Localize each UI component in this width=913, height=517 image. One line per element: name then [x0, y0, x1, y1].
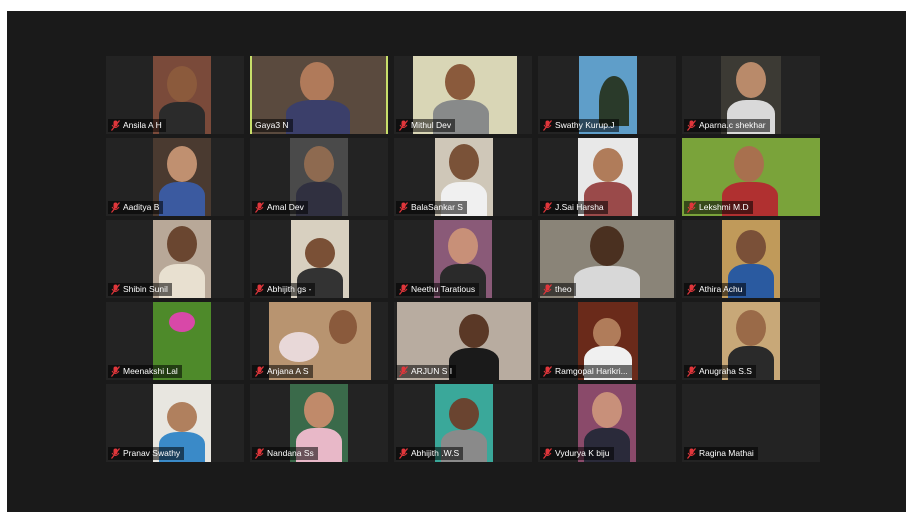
name-label: J.Sai Harsha	[540, 201, 608, 214]
name-label: Athira Achu	[684, 283, 747, 296]
microphone-muted-icon	[399, 284, 408, 295]
microphone-muted-icon	[543, 284, 552, 295]
microphone-muted-icon	[255, 366, 264, 377]
participant-tile[interactable]: Abhijith gs -	[250, 220, 388, 298]
microphone-muted-icon	[687, 202, 696, 213]
name-label: BalaSankar S	[396, 201, 467, 214]
name-label: ARJUN S I	[396, 365, 457, 378]
participant-tile[interactable]: Neethu Taratious	[394, 220, 532, 298]
participant-tile[interactable]: Abhijith .W.S	[394, 384, 532, 462]
participant-tile[interactable]: Lekshmi M.D	[682, 138, 820, 216]
participant-tile[interactable]: Ansila A H	[106, 56, 244, 134]
name-label: Ramgopal Harikri...	[540, 365, 632, 378]
name-label: Neethu Taratious	[396, 283, 480, 296]
name-label: Anjana A S	[252, 365, 313, 378]
microphone-muted-icon	[687, 120, 696, 131]
microphone-muted-icon	[111, 202, 120, 213]
microphone-muted-icon	[255, 284, 264, 295]
microphone-muted-icon	[255, 448, 264, 459]
microphone-muted-icon	[255, 202, 264, 213]
microphone-muted-icon	[543, 448, 552, 459]
participant-tile[interactable]: theo	[538, 220, 676, 298]
participant-tile[interactable]: Amal Dev	[250, 138, 388, 216]
participant-tile[interactable]: BalaSankar S	[394, 138, 532, 216]
participant-tile[interactable]: Meenakshi Lal	[106, 302, 244, 380]
participant-tile[interactable]: Vydurya K biju	[538, 384, 676, 462]
microphone-muted-icon	[111, 120, 120, 131]
participant-tile[interactable]: J.Sai Harsha	[538, 138, 676, 216]
name-label: Abhijith .W.S	[396, 447, 464, 460]
participant-tile[interactable]: Ramgopal Harikri...	[538, 302, 676, 380]
participant-tile[interactable]: Swathy Kurup.J	[538, 56, 676, 134]
participant-tile[interactable]: Aaditya B	[106, 138, 244, 216]
participant-tile[interactable]: Anugraha S.S	[682, 302, 820, 380]
microphone-muted-icon	[111, 284, 120, 295]
name-label: Vydurya K biju	[540, 447, 614, 460]
name-label: Aaditya B	[108, 201, 164, 214]
name-label: Ragina Mathai	[684, 447, 758, 460]
participant-tile[interactable]: Anjana A S	[250, 302, 388, 380]
name-label: theo	[540, 283, 576, 296]
participant-tile[interactable]: Mithul Dev	[394, 56, 532, 134]
microphone-muted-icon	[399, 366, 408, 377]
name-label: Anugraha S.S	[684, 365, 756, 378]
microphone-muted-icon	[543, 120, 552, 131]
participant-tile-no-video[interactable]: Ragina Mathai	[682, 384, 820, 462]
microphone-muted-icon	[687, 284, 696, 295]
participant-tile[interactable]: Athira Achu	[682, 220, 820, 298]
participant-tile[interactable]: Shibin Sunil	[106, 220, 244, 298]
participant-tile[interactable]: Aparna.c shekhar	[682, 56, 820, 134]
microphone-muted-icon	[399, 120, 408, 131]
name-label: Amal Dev	[252, 201, 308, 214]
name-label: Shibin Sunil	[108, 283, 172, 296]
name-label: Mithul Dev	[396, 119, 456, 132]
participant-tile-active-speaker[interactable]: Gaya3 N	[250, 56, 388, 134]
name-label: Aparna.c shekhar	[684, 119, 770, 132]
name-label: Ansila A H	[108, 119, 166, 132]
name-label: Lekshmi M.D	[684, 201, 753, 214]
microphone-muted-icon	[399, 448, 408, 459]
microphone-muted-icon	[543, 366, 552, 377]
participant-tile[interactable]: ARJUN S I	[394, 302, 532, 380]
participant-tile[interactable]: Nandana Ss	[250, 384, 388, 462]
name-label: Abhijith gs -	[252, 283, 316, 296]
microphone-muted-icon	[543, 202, 552, 213]
name-label: Pranav Swathy	[108, 447, 185, 460]
name-label: Swathy Kurup.J	[540, 119, 619, 132]
name-label: Meenakshi Lal	[108, 365, 182, 378]
microphone-muted-icon	[111, 448, 120, 459]
participant-tile[interactable]: Pranav Swathy	[106, 384, 244, 462]
name-label: Nandana Ss	[252, 447, 318, 460]
microphone-muted-icon	[399, 202, 408, 213]
gallery-grid: Ansila A H Gaya3 N Mithul Dev Swathy Kur…	[106, 56, 820, 462]
microphone-muted-icon	[687, 448, 696, 459]
microphone-muted-icon	[111, 366, 120, 377]
name-label: Gaya3 N	[252, 119, 293, 132]
microphone-muted-icon	[687, 366, 696, 377]
